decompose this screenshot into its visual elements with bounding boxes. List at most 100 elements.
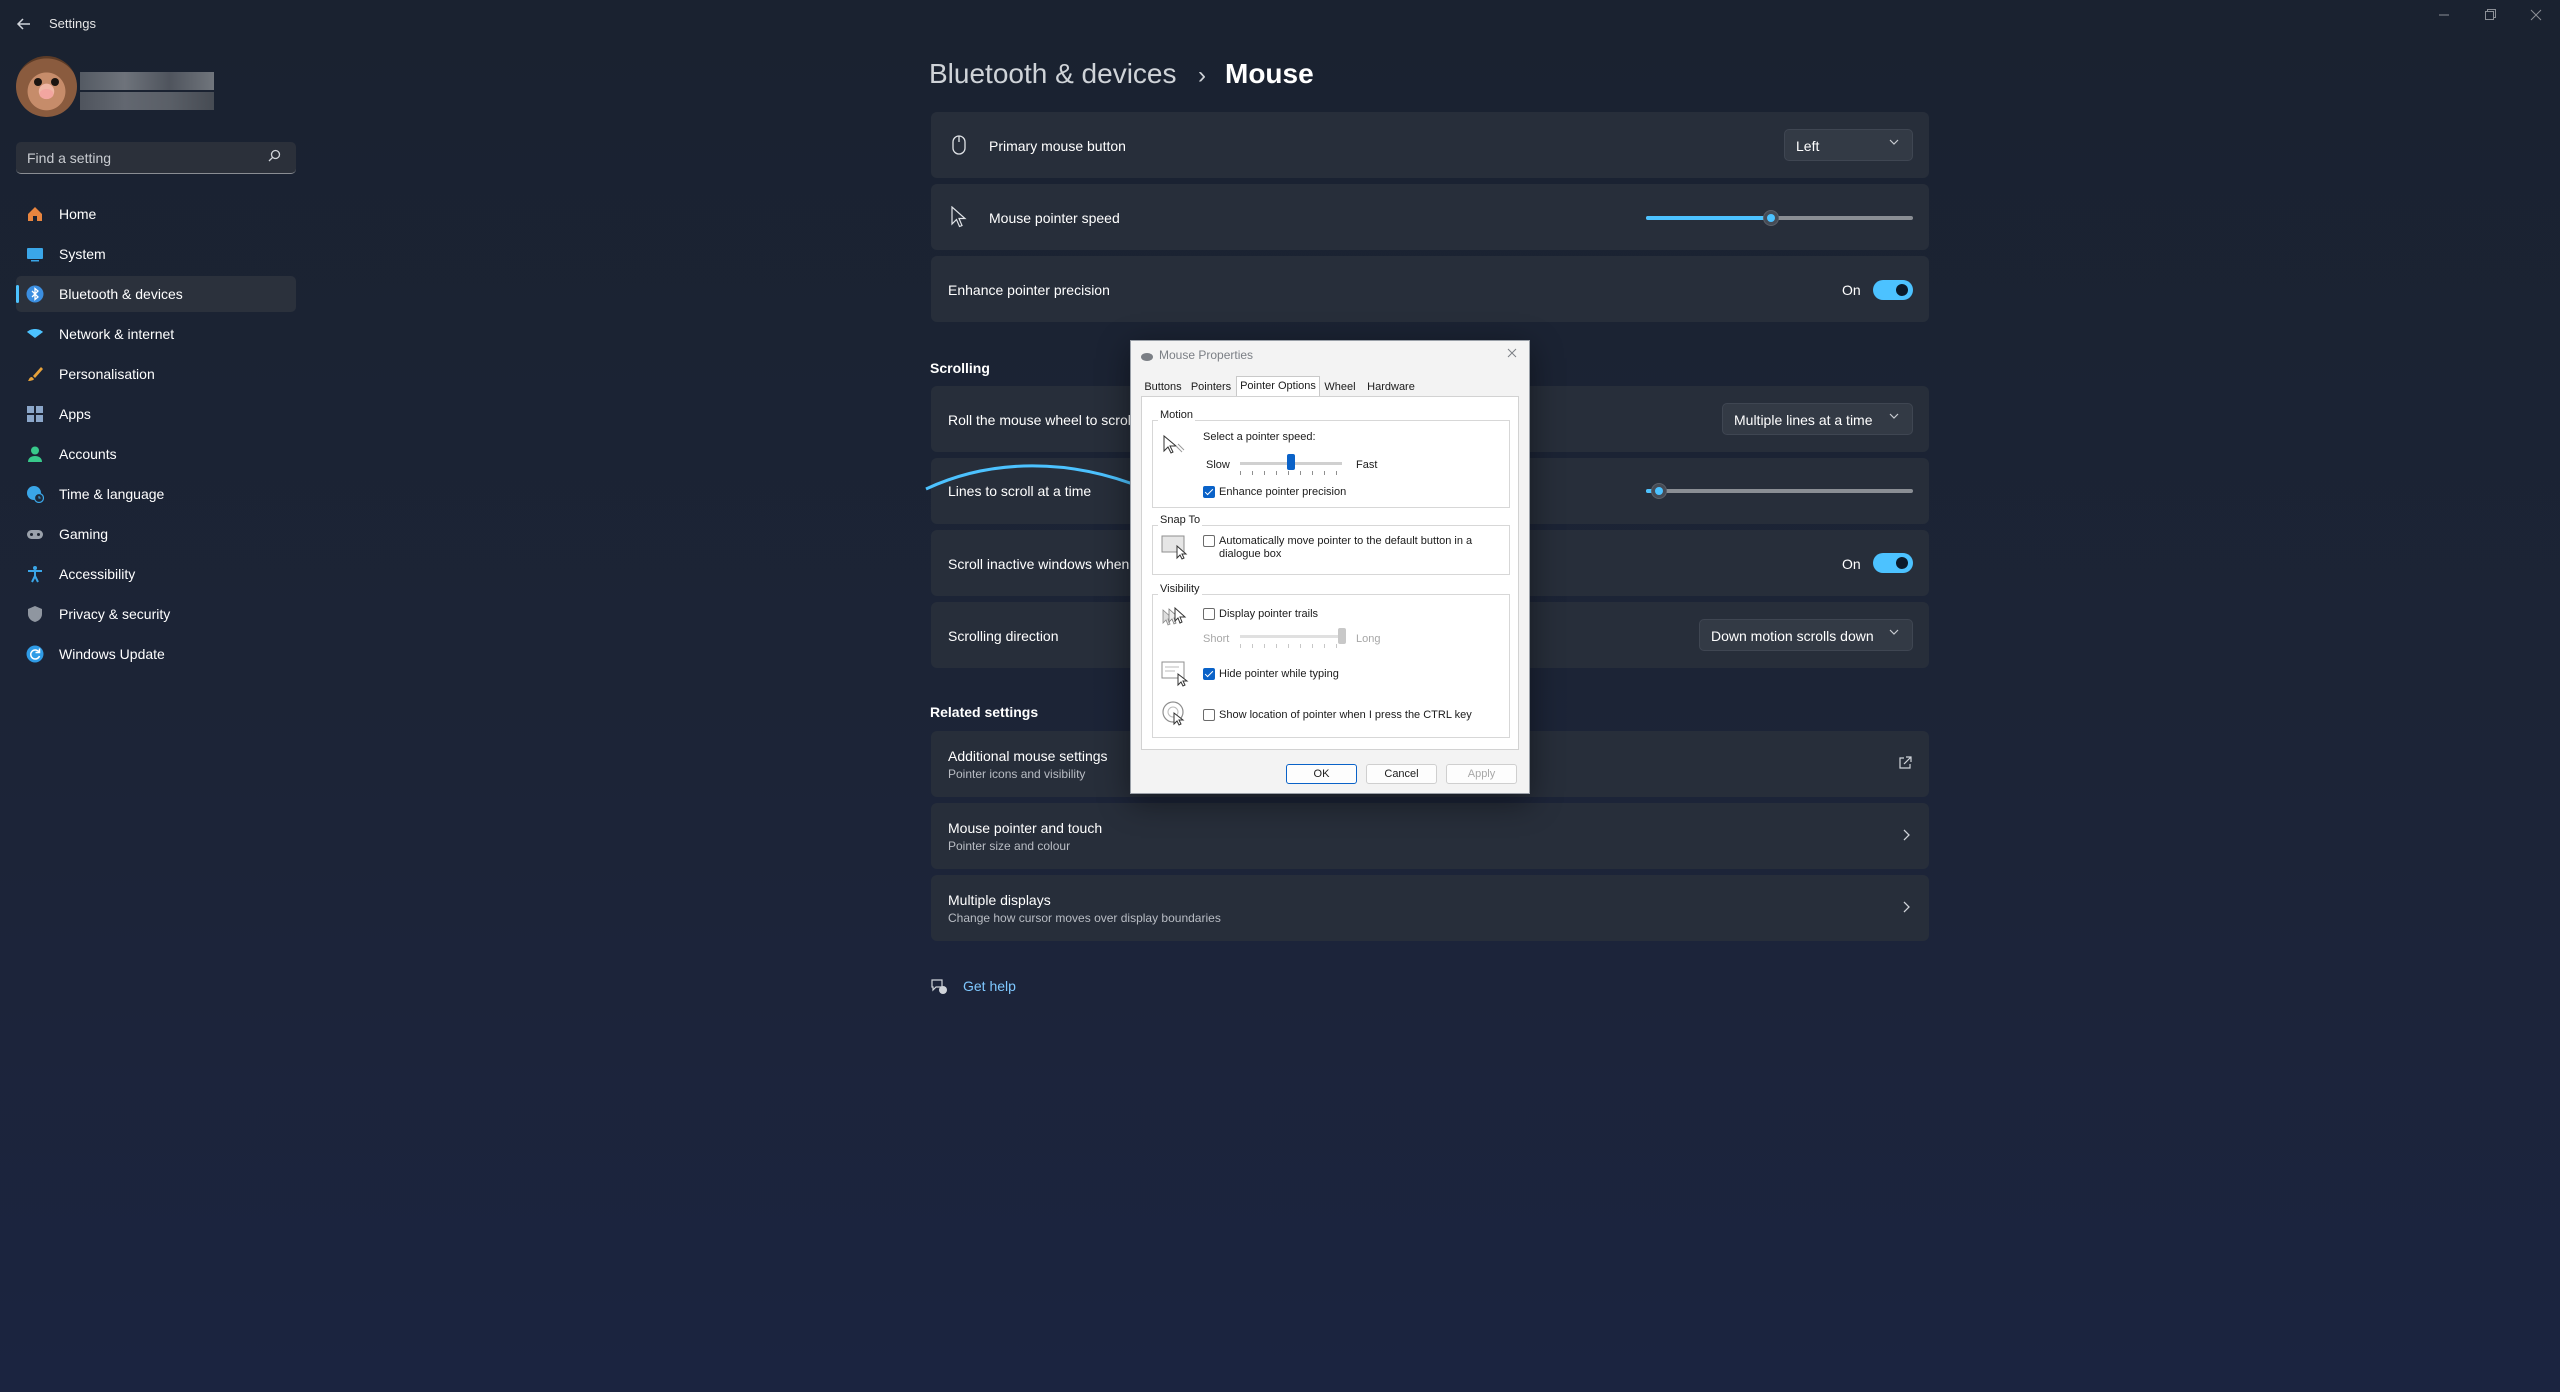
- shield-icon: [26, 605, 44, 623]
- related-title: Mouse pointer and touch: [948, 820, 1103, 836]
- pointer-speed-ticks: [1240, 471, 1343, 475]
- sidebar-item-label: Accounts: [59, 446, 117, 462]
- tab-pointer-options[interactable]: Pointer Options: [1236, 376, 1320, 397]
- group-label: Snap To: [1158, 514, 1203, 526]
- pointer-trails-icon: [1161, 606, 1191, 632]
- toggle-knob: [1896, 557, 1908, 569]
- scrolling-header: Scrolling: [930, 360, 990, 376]
- auto-move-checkbox[interactable]: [1203, 535, 1215, 547]
- sidebar-item-label: Bluetooth & devices: [59, 286, 183, 302]
- dialog-title: Mouse Properties: [1159, 348, 1254, 362]
- snap-to-icon: [1161, 533, 1189, 561]
- pointer-trails-text: Display pointer trails: [1219, 608, 1319, 620]
- trails-length-ticks: [1240, 644, 1343, 648]
- hide-pointer-icon: [1161, 660, 1189, 688]
- pointer-speed-slider-thumb[interactable]: [1763, 210, 1779, 226]
- external-link-icon: [1898, 756, 1912, 770]
- related-subtitle: Pointer size and colour: [948, 839, 1071, 853]
- mouse-pointer-touch-card[interactable]: [931, 803, 1929, 869]
- app-title: Settings: [49, 16, 96, 31]
- sidebar-item-label: Time & language: [59, 486, 165, 502]
- back-arrow-icon[interactable]: [14, 14, 34, 34]
- related-subtitle: Change how cursor moves over display bou…: [948, 911, 1221, 925]
- short-label: Short: [1203, 633, 1230, 645]
- sidebar-item-label: Apps: [59, 406, 91, 422]
- gamepad-icon: [26, 525, 44, 543]
- pointer-speed-thumb[interactable]: [1287, 454, 1295, 470]
- apply-button[interactable]: Apply: [1446, 764, 1517, 784]
- sidebar-item-accessibility[interactable]: [16, 556, 296, 592]
- ok-button[interactable]: OK: [1286, 764, 1357, 784]
- system-icon: [26, 245, 44, 263]
- sidebar-item-label: Network & internet: [59, 326, 175, 342]
- bluetooth-icon: [26, 285, 44, 303]
- ctrl-location-text: Show location of pointer when I press th…: [1219, 709, 1472, 721]
- hide-pointer-text: Hide pointer while typing: [1219, 668, 1339, 680]
- get-help-link[interactable]: Get help: [963, 978, 1016, 994]
- pointer-speed-slider-fill: [1646, 216, 1771, 220]
- sidebar-item-label: Gaming: [59, 526, 109, 542]
- person-icon: [26, 445, 44, 463]
- pointer-speed-icon: [1161, 434, 1185, 458]
- enhance-precision-checkbox[interactable]: [1203, 486, 1215, 498]
- page-title: Mouse: [1225, 58, 1314, 89]
- ctrl-location-checkbox[interactable]: [1203, 709, 1215, 721]
- hide-pointer-checkbox[interactable]: [1203, 668, 1215, 680]
- dialog-close-icon[interactable]: [1506, 346, 1518, 358]
- scroll-inactive-state: On: [1842, 556, 1861, 572]
- cancel-button[interactable]: Cancel: [1366, 764, 1437, 784]
- active-indicator: [16, 285, 19, 303]
- sidebar-item-apps[interactable]: [16, 396, 296, 432]
- dropdown-value: Multiple lines at a time: [1734, 412, 1873, 428]
- trails-length-track[interactable]: [1240, 635, 1342, 638]
- mouse-icon: [950, 135, 968, 155]
- tab-hardware[interactable]: Hardware: [1362, 381, 1420, 395]
- enhance-precision-label: Enhance pointer precision: [948, 282, 1110, 298]
- redacted-user-name: [80, 72, 214, 90]
- multiple-displays-card[interactable]: [931, 875, 1929, 941]
- update-icon: [26, 645, 44, 663]
- trails-length-thumb[interactable]: [1338, 628, 1346, 644]
- globe-clock-icon: [26, 485, 45, 504]
- tab-wheel[interactable]: Wheel: [1320, 381, 1360, 395]
- avatar[interactable]: [16, 56, 77, 117]
- roll-wheel-label: Roll the mouse wheel to scroll: [948, 412, 1134, 428]
- sidebar-item-home[interactable]: [16, 196, 296, 232]
- help-icon: [930, 977, 948, 995]
- sidebar-item-label: Accessibility: [59, 566, 136, 582]
- search-placeholder: Find a setting: [27, 150, 112, 166]
- lines-to-scroll-slider-thumb[interactable]: [1651, 483, 1667, 499]
- redacted-user-email: [80, 92, 214, 110]
- accessibility-icon: [26, 565, 44, 583]
- wifi-icon: [26, 325, 44, 343]
- tab-buttons[interactable]: Buttons: [1141, 381, 1185, 395]
- sidebar-item-personalisation[interactable]: [16, 356, 296, 392]
- apps-icon: [26, 405, 44, 423]
- related-subtitle: Pointer icons and visibility: [948, 767, 1086, 781]
- search-icon[interactable]: [266, 148, 282, 164]
- brush-icon: [26, 365, 44, 383]
- related-title: Multiple displays: [948, 892, 1051, 908]
- breadcrumb-parent[interactable]: Bluetooth & devices: [929, 58, 1177, 90]
- close-icon[interactable]: [2516, 8, 2556, 26]
- home-icon: [26, 205, 44, 223]
- tab-pointers[interactable]: Pointers: [1188, 381, 1234, 395]
- pointer-trails-checkbox[interactable]: [1203, 608, 1215, 620]
- chevron-down-icon: [1888, 626, 1900, 641]
- sidebar-item-label: System: [59, 246, 106, 262]
- minimize-icon[interactable]: [2424, 8, 2464, 26]
- snap-to-group: [1152, 525, 1510, 575]
- related-title: Additional mouse settings: [948, 748, 1108, 764]
- sidebar-item-system[interactable]: [16, 236, 296, 272]
- chevron-right-icon: [1900, 900, 1912, 914]
- scroll-direction-label: Scrolling direction: [948, 628, 1059, 644]
- sidebar-item-label: Privacy & security: [59, 606, 171, 622]
- toggle-knob: [1896, 284, 1908, 296]
- breadcrumb-chevron-icon: ›: [1198, 62, 1206, 89]
- restore-icon[interactable]: [2470, 8, 2510, 26]
- sidebar-item-label: Windows Update: [59, 646, 165, 662]
- sidebar-item-accounts[interactable]: [16, 436, 296, 472]
- pointer-speed-label: Mouse pointer speed: [989, 210, 1120, 226]
- lines-to-scroll-slider-track[interactable]: [1646, 489, 1913, 493]
- sidebar-item-gaming[interactable]: [16, 516, 296, 552]
